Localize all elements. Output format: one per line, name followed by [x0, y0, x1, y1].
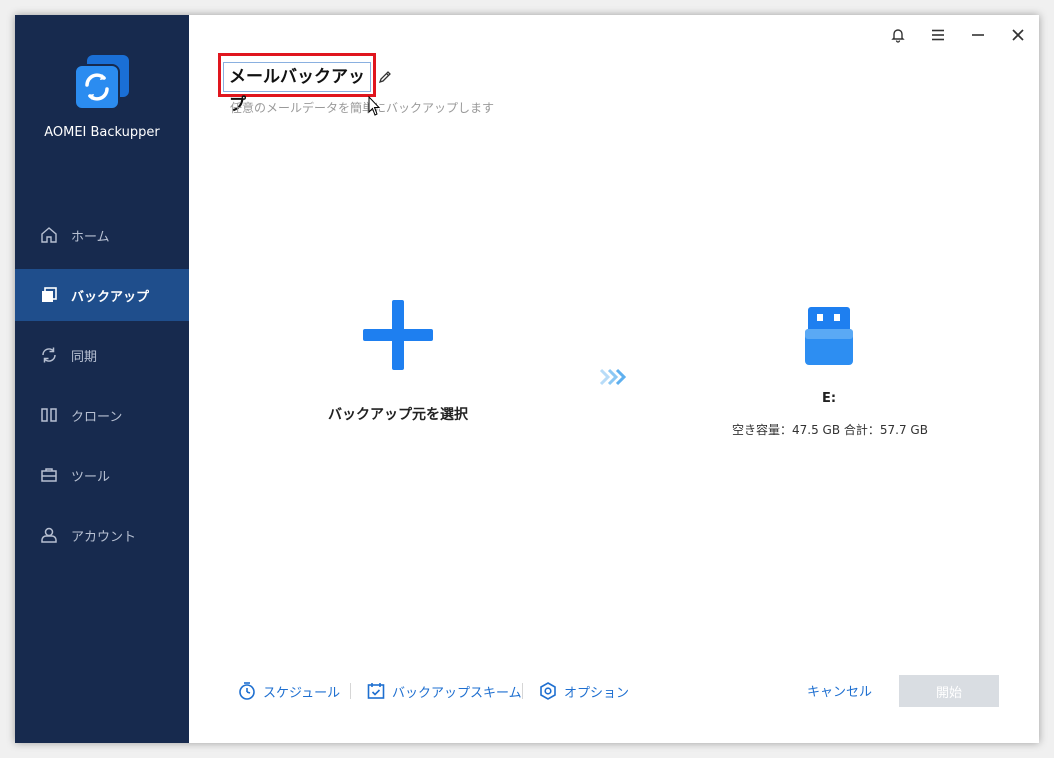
backup-icon: [39, 285, 59, 305]
sidebar-item-label: ホーム: [71, 229, 110, 245]
bell-button[interactable]: [888, 25, 908, 45]
minimize-icon: [972, 34, 984, 36]
options-label: オプション: [564, 685, 630, 701]
close-button[interactable]: [1008, 25, 1028, 45]
calendar-check-icon: [367, 683, 385, 699]
options-button[interactable]: オプション: [538, 680, 629, 702]
clock-icon: [239, 682, 255, 700]
sidebar-item-label: 同期: [71, 349, 98, 365]
home-icon: [39, 225, 59, 245]
sidebar-item-label: アカウント: [71, 529, 137, 545]
add-source-icon[interactable]: [361, 298, 435, 372]
minimize-button[interactable]: [968, 25, 988, 45]
sidebar-item-sync[interactable]: 同期: [15, 329, 189, 381]
menu-button[interactable]: [928, 25, 948, 45]
app-logo-icon: [74, 55, 129, 110]
task-name-input[interactable]: メールバックアップ: [223, 62, 371, 115]
account-icon: [39, 525, 59, 545]
sidebar-item-label: クローン: [71, 409, 123, 425]
schedule-button[interactable]: スケジュール: [237, 680, 340, 702]
sidebar-item-clone[interactable]: クローン: [15, 389, 189, 441]
sidebar-item-home[interactable]: ホーム: [15, 209, 189, 261]
app-name: AOMEI Backupper: [44, 125, 160, 140]
direction-arrows-icon: [599, 368, 627, 386]
mouse-cursor-icon: [368, 96, 381, 116]
sync-icon: [39, 345, 59, 365]
sidebar-item-label: バックアップ: [71, 289, 150, 305]
backup-scheme-button[interactable]: バックアップスキーム: [366, 680, 522, 702]
cancel-button[interactable]: キャンセル: [807, 681, 872, 700]
sidebar-item-account[interactable]: アカウント: [15, 509, 189, 561]
sidebar-item-label: ツール: [71, 469, 111, 485]
task-description: 任意のメールデータを簡単にバックアップします: [230, 101, 495, 115]
bell-icon: [891, 29, 905, 43]
drive-letter: E:: [821, 391, 837, 406]
edit-pencil-icon[interactable]: [377, 69, 393, 85]
tools-icon: [39, 465, 59, 485]
divider: [350, 683, 351, 699]
gear-icon: [540, 682, 556, 700]
drive-capacity: 空き容量：47.5 GB 合計：57.7 GB: [732, 423, 928, 437]
start-button[interactable]: 開始: [899, 675, 999, 707]
usb-drive-icon[interactable]: [803, 305, 855, 367]
clone-icon: [39, 405, 59, 425]
menu-icon: [932, 29, 944, 41]
sidebar: AOMEI Backupper ホーム バックアップ 同期 クローン ツール ア…: [15, 15, 189, 743]
backup-scheme-label: バックアップスキーム: [392, 685, 522, 701]
close-icon: [1012, 29, 1024, 41]
app-window: AOMEI Backupper ホーム バックアップ 同期 クローン ツール ア…: [15, 15, 1039, 743]
schedule-label: スケジュール: [263, 685, 341, 701]
sidebar-item-backup[interactable]: バックアップ: [15, 269, 189, 321]
sidebar-item-tools[interactable]: ツール: [15, 449, 189, 501]
divider: [522, 683, 523, 699]
select-source-label[interactable]: バックアップ元を選択: [298, 404, 498, 424]
